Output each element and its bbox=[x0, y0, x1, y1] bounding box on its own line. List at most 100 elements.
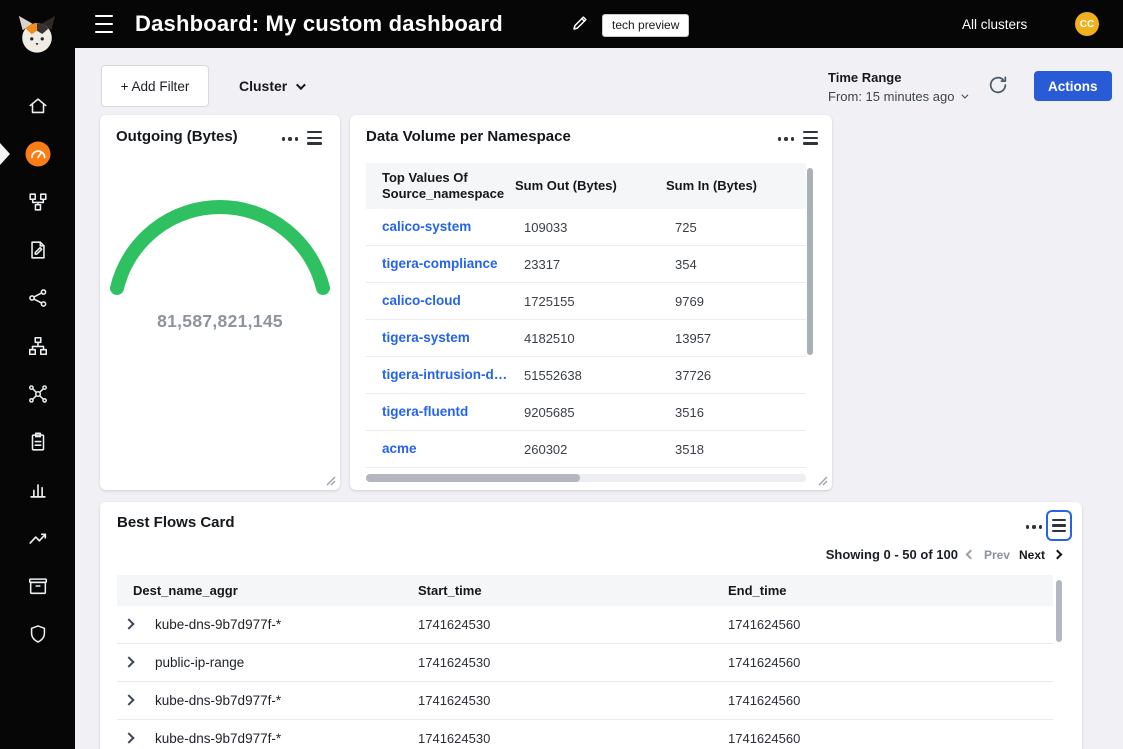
expand-chevron-icon[interactable] bbox=[123, 694, 134, 705]
actions-button[interactable]: Actions bbox=[1034, 71, 1112, 101]
resize-handle-icon[interactable] bbox=[326, 476, 336, 486]
sum-in-value: 13957 bbox=[675, 331, 711, 346]
table-row[interactable]: kube-dns-9b7d977f-* 1741624530 174162456… bbox=[117, 720, 1053, 749]
chevron-left-icon[interactable] bbox=[967, 551, 975, 559]
sum-out-value: 109033 bbox=[524, 220, 567, 235]
expand-chevron-icon[interactable] bbox=[123, 656, 134, 667]
sidebar-item-home[interactable] bbox=[0, 82, 75, 130]
active-indicator bbox=[0, 143, 10, 165]
namespace-link[interactable]: tigera-fluentd bbox=[382, 404, 468, 419]
dest-name: kube-dns-9b7d977f-* bbox=[155, 731, 281, 746]
service-graph-icon bbox=[27, 191, 49, 213]
app-window: Dashboard: My custom dashboard tech prev… bbox=[0, 0, 1123, 749]
tech-preview-badge: tech preview bbox=[602, 14, 689, 37]
sidebar-item-security[interactable] bbox=[0, 610, 75, 658]
namespace-link[interactable]: tigera-compliance bbox=[382, 256, 498, 271]
expand-chevron-icon[interactable] bbox=[123, 732, 134, 743]
table-row[interactable]: kube-dns-9b7d977f-* 1741624530 174162456… bbox=[117, 682, 1053, 720]
card-drag-handle-icon-focused[interactable] bbox=[1046, 510, 1072, 541]
resize-handle-icon[interactable] bbox=[818, 476, 828, 486]
column-header: End_time bbox=[728, 575, 787, 606]
start-time: 1741624530 bbox=[418, 731, 490, 746]
namespace-link[interactable]: tigera-system bbox=[382, 330, 470, 345]
sidebar-item-dashboards[interactable] bbox=[0, 130, 75, 178]
table-row: calico-cloud 1725155 9769 bbox=[366, 283, 806, 320]
nodes-icon bbox=[27, 287, 49, 309]
sidebar-item-logs[interactable] bbox=[0, 466, 75, 514]
sum-out-value: 51552638 bbox=[524, 368, 582, 383]
end-time: 1741624560 bbox=[728, 617, 800, 632]
sidebar-item-nodes[interactable] bbox=[0, 274, 75, 322]
expand-chevron-icon[interactable] bbox=[123, 618, 134, 629]
chevron-right-icon[interactable] bbox=[1054, 551, 1062, 559]
cluster-filter-dropdown[interactable]: Cluster bbox=[225, 65, 317, 107]
card-menu-icon[interactable] bbox=[1026, 522, 1042, 532]
card-title: Best Flows Card bbox=[117, 514, 235, 531]
shield-icon bbox=[27, 623, 49, 645]
pagination: Showing 0 - 50 of 100 Prev Next bbox=[826, 547, 1062, 562]
sidebar-item-endpoints[interactable] bbox=[0, 322, 75, 370]
namespace-table: Top Values Of Source_namespace Sum Out (… bbox=[366, 163, 806, 468]
card-title: Data Volume per Namespace bbox=[366, 128, 571, 145]
add-filter-button[interactable]: + Add Filter bbox=[101, 65, 209, 107]
namespace-link[interactable]: acme bbox=[382, 441, 417, 456]
dest-name: kube-dns-9b7d977f-* bbox=[155, 693, 281, 708]
calico-cat-icon bbox=[16, 12, 58, 58]
sum-out-value: 23317 bbox=[524, 257, 560, 272]
sidebar-item-storage[interactable] bbox=[0, 562, 75, 610]
sum-in-value: 3516 bbox=[675, 405, 704, 420]
time-range-block: Time Range From: 15 minutes ago bbox=[828, 70, 966, 104]
refresh-icon bbox=[987, 74, 1009, 96]
table-row: tigera-compliance 23317 354 bbox=[366, 246, 806, 283]
table-row: tigera-fluentd 9205685 3516 bbox=[366, 394, 806, 431]
showing-count: Showing 0 - 50 of 100 bbox=[826, 547, 958, 562]
card-menu-icon[interactable] bbox=[778, 134, 794, 144]
sum-in-value: 354 bbox=[675, 257, 697, 272]
next-button[interactable]: Next bbox=[1019, 548, 1045, 562]
clusters-icon bbox=[27, 383, 49, 405]
gauge-chart bbox=[100, 115, 340, 335]
table-row: acme 260302 3518 bbox=[366, 431, 806, 468]
sidebar-item-clusters[interactable] bbox=[0, 370, 75, 418]
calico-logo[interactable] bbox=[16, 12, 58, 63]
flows-table: Dest_name_aggr Start_time End_time kube-… bbox=[117, 575, 1053, 749]
gauge-card: Outgoing (Bytes) 81,587,821,145 bbox=[100, 115, 340, 490]
namespace-link[interactable]: tigera-intrusion-d… bbox=[382, 367, 507, 382]
endpoints-icon bbox=[27, 335, 49, 357]
sum-in-value: 37726 bbox=[675, 368, 711, 383]
namespace-link[interactable]: calico-system bbox=[382, 219, 471, 234]
prev-button[interactable]: Prev bbox=[984, 548, 1010, 562]
gauge-value: 81,587,821,145 bbox=[100, 311, 340, 332]
table-row[interactable]: kube-dns-9b7d977f-* 1741624530 174162456… bbox=[117, 606, 1053, 644]
time-range-label: Time Range bbox=[828, 70, 966, 85]
avatar[interactable]: CC bbox=[1075, 12, 1099, 36]
vertical-scrollbar[interactable] bbox=[1056, 580, 1062, 642]
sidebar-item-policies[interactable] bbox=[0, 226, 75, 274]
namespace-link[interactable]: calico-cloud bbox=[382, 293, 461, 308]
table-row[interactable]: public-ip-range 1741624530 1741624560 bbox=[117, 644, 1053, 682]
dest-name: kube-dns-9b7d977f-* bbox=[155, 617, 281, 632]
column-header: Start_time bbox=[418, 575, 482, 606]
sum-out-value: 9205685 bbox=[524, 405, 575, 420]
time-range-selector[interactable]: From: 15 minutes ago bbox=[828, 89, 966, 104]
cluster-filter-label: Cluster bbox=[239, 78, 287, 94]
sidebar-item-alerts[interactable] bbox=[0, 514, 75, 562]
sidebar-item-service-graph[interactable] bbox=[0, 178, 75, 226]
vertical-scrollbar[interactable] bbox=[807, 168, 813, 355]
sum-in-value: 3518 bbox=[675, 442, 704, 457]
start-time: 1741624530 bbox=[418, 655, 490, 670]
refresh-button[interactable] bbox=[986, 74, 1010, 98]
card-drag-handle-icon[interactable] bbox=[803, 131, 818, 145]
sum-out-value: 260302 bbox=[524, 442, 567, 457]
sum-in-value: 9769 bbox=[675, 294, 704, 309]
gauge-arc bbox=[117, 207, 323, 288]
edit-dashboard-icon[interactable] bbox=[570, 14, 590, 34]
horizontal-scrollbar[interactable] bbox=[366, 474, 806, 482]
table-header-row: Top Values Of Source_namespace Sum Out (… bbox=[366, 163, 806, 209]
table-row: tigera-system 4182510 13957 bbox=[366, 320, 806, 357]
menu-icon[interactable] bbox=[95, 15, 115, 33]
sidebar-item-compliance[interactable] bbox=[0, 418, 75, 466]
scrollbar-thumb[interactable] bbox=[366, 474, 580, 482]
cluster-scope-selector[interactable]: All clusters bbox=[962, 0, 1027, 48]
end-time: 1741624560 bbox=[728, 655, 800, 670]
